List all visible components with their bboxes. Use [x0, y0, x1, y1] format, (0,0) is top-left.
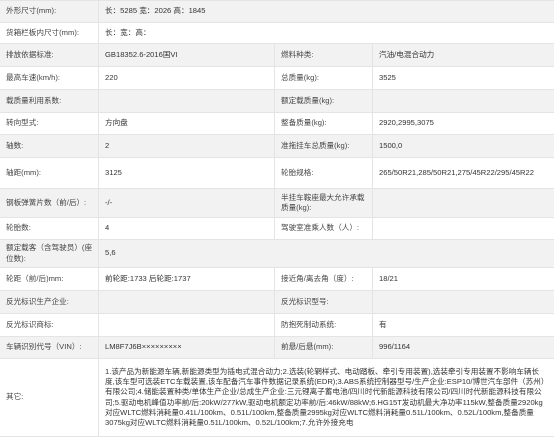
spec-row-vin: 车辆识别代号（VIN）: LM8F7J6B××××××××× 前悬/后悬(mm)… — [0, 337, 554, 359]
spec-label: 轴距(mm): — [6, 167, 42, 177]
spec-value: 1500,0 — [372, 135, 554, 157]
spec-notes: 1.该产品为新能源车辆,新能源类型为插电式混合动力;2.选装(轮辋样式、电动踏板… — [98, 359, 554, 436]
spec-value: 方向盘 — [98, 113, 274, 134]
spec-row-steering: 转向型式: 方向盘 整备质量(kg): 2920,2995,3075 — [0, 113, 554, 135]
spec-value: 前轮距:1733 后轮距:1737 — [98, 268, 274, 290]
spec-row-axles: 轴数: 2 准拖挂车总质量(kg): 1500,0 — [0, 135, 554, 158]
spec-value: 2920,2995,3075 — [372, 113, 554, 134]
spec-label: 燃料种类: — [274, 44, 372, 66]
spec-label: 额定载质量(kg): — [274, 90, 372, 112]
spec-label: 钢板弹簧片数（前/后）: — [6, 197, 87, 207]
spec-value: LM8F7J6B××××××××× — [98, 337, 274, 358]
spec-label: 载质量利用系数: — [6, 95, 62, 105]
spec-value: 3125 — [98, 158, 274, 188]
spec-label: 额定载客（含驾驶员）(座位数): — [6, 243, 93, 263]
spec-label: 反光标识型号: — [274, 291, 372, 313]
spec-row-load: 载质量利用系数: 额定载质量(kg): — [0, 90, 554, 113]
spec-value: 有 — [372, 314, 554, 336]
spec-label: 半挂车鞍座最大允许承载质量(kg): — [274, 189, 372, 217]
spec-value: 长：宽：高： — [98, 23, 554, 43]
spec-value: 5,6 — [98, 240, 554, 267]
spec-label: 货箱栏板内尺寸(mm): — [6, 27, 79, 37]
spec-row-cargo-box: 货箱栏板内尺寸(mm): 长：宽：高： — [0, 23, 554, 44]
spec-value: 4 — [98, 218, 274, 239]
spec-row-tires: 轮胎数: 4 驾驶室准乘人数（人）: — [0, 218, 554, 240]
spec-label: 车辆识别代号（VIN）: — [6, 342, 82, 352]
spec-value: 汽油/电混合动力 — [372, 44, 554, 66]
spec-label: 反光标识生产企业: — [6, 296, 69, 306]
spec-label: 整备质量(kg): — [274, 113, 372, 134]
spec-value: 996/1164 — [372, 337, 554, 358]
spec-label: 前悬/后悬(mm): — [274, 337, 372, 358]
spec-value — [98, 291, 274, 313]
spec-value: GB18352.6-2016国VI — [98, 44, 274, 66]
spec-row-emission: 排放依据标准: GB18352.6-2016国VI 燃料种类: 汽油/电混合动力 — [0, 44, 554, 67]
spec-label: 防抱死制动系统: — [274, 314, 372, 336]
spec-value: 3525 — [372, 67, 554, 89]
spec-row-leaf-springs: 钢板弹簧片数（前/后）: -/- 半挂车鞍座最大允许承载质量(kg): — [0, 189, 554, 218]
spec-row-other: 其它: 1.该产品为新能源车辆,新能源类型为插电式混合动力;2.选装(轮辋样式、… — [0, 359, 554, 437]
spec-label: 准拖挂车总质量(kg): — [274, 135, 372, 157]
spec-value: -/- — [98, 189, 274, 217]
spec-label: 转向型式: — [6, 118, 39, 128]
spec-value: 18/21 — [372, 268, 554, 290]
spec-row-dimensions: 外形尺寸(mm): 长：5285 宽：2026 高：1845 — [0, 1, 554, 23]
spec-value — [98, 90, 274, 112]
spec-label: 排放依据标准: — [6, 49, 54, 59]
spec-label: 其它: — [6, 392, 24, 402]
spec-label: 总质量(kg): — [274, 67, 372, 89]
spec-label: 轮胎数: — [6, 223, 31, 233]
spec-row-reflector-brand: 反光标识商标: 防抱死制动系统: 有 — [0, 314, 554, 337]
spec-row-track: 轮距（前/后)mm: 前轮距:1733 后轮距:1737 接近角/离去角（度）:… — [0, 268, 554, 291]
spec-label: 轮距（前/后)mm: — [6, 273, 64, 283]
spec-label: 最高车速(km/h): — [6, 72, 60, 82]
vehicle-spec-table: 外形尺寸(mm): 长：5285 宽：2026 高：1845 货箱栏板内尺寸(m… — [0, 0, 554, 437]
spec-value — [372, 291, 554, 313]
spec-value — [98, 314, 274, 336]
spec-label: 接近角/离去角（度）: — [274, 268, 372, 290]
spec-row-seats: 额定载客（含驾驶员）(座位数): 5,6 — [0, 240, 554, 268]
spec-label: 反光标识商标: — [6, 319, 54, 329]
spec-value — [372, 90, 554, 112]
spec-value: 2 — [98, 135, 274, 157]
spec-label: 轴数: — [6, 140, 24, 150]
spec-value — [372, 189, 554, 217]
spec-value: 220 — [98, 67, 274, 89]
spec-value: 265/50R21,285/50R21,275/45R22/295/45R22 — [372, 158, 554, 188]
spec-value: 长：5285 宽：2026 高：1845 — [98, 1, 554, 22]
spec-row-speed: 最高车速(km/h): 220 总质量(kg): 3525 — [0, 67, 554, 90]
spec-label: 驾驶室准乘人数（人）: — [274, 218, 372, 239]
spec-label: 轮胎规格: — [274, 158, 372, 188]
spec-value — [372, 218, 554, 239]
spec-row-wheelbase: 轴距(mm): 3125 轮胎规格: 265/50R21,285/50R21,2… — [0, 158, 554, 189]
spec-label: 外形尺寸(mm): — [6, 6, 57, 16]
spec-row-reflector-maker: 反光标识生产企业: 反光标识型号: — [0, 291, 554, 314]
